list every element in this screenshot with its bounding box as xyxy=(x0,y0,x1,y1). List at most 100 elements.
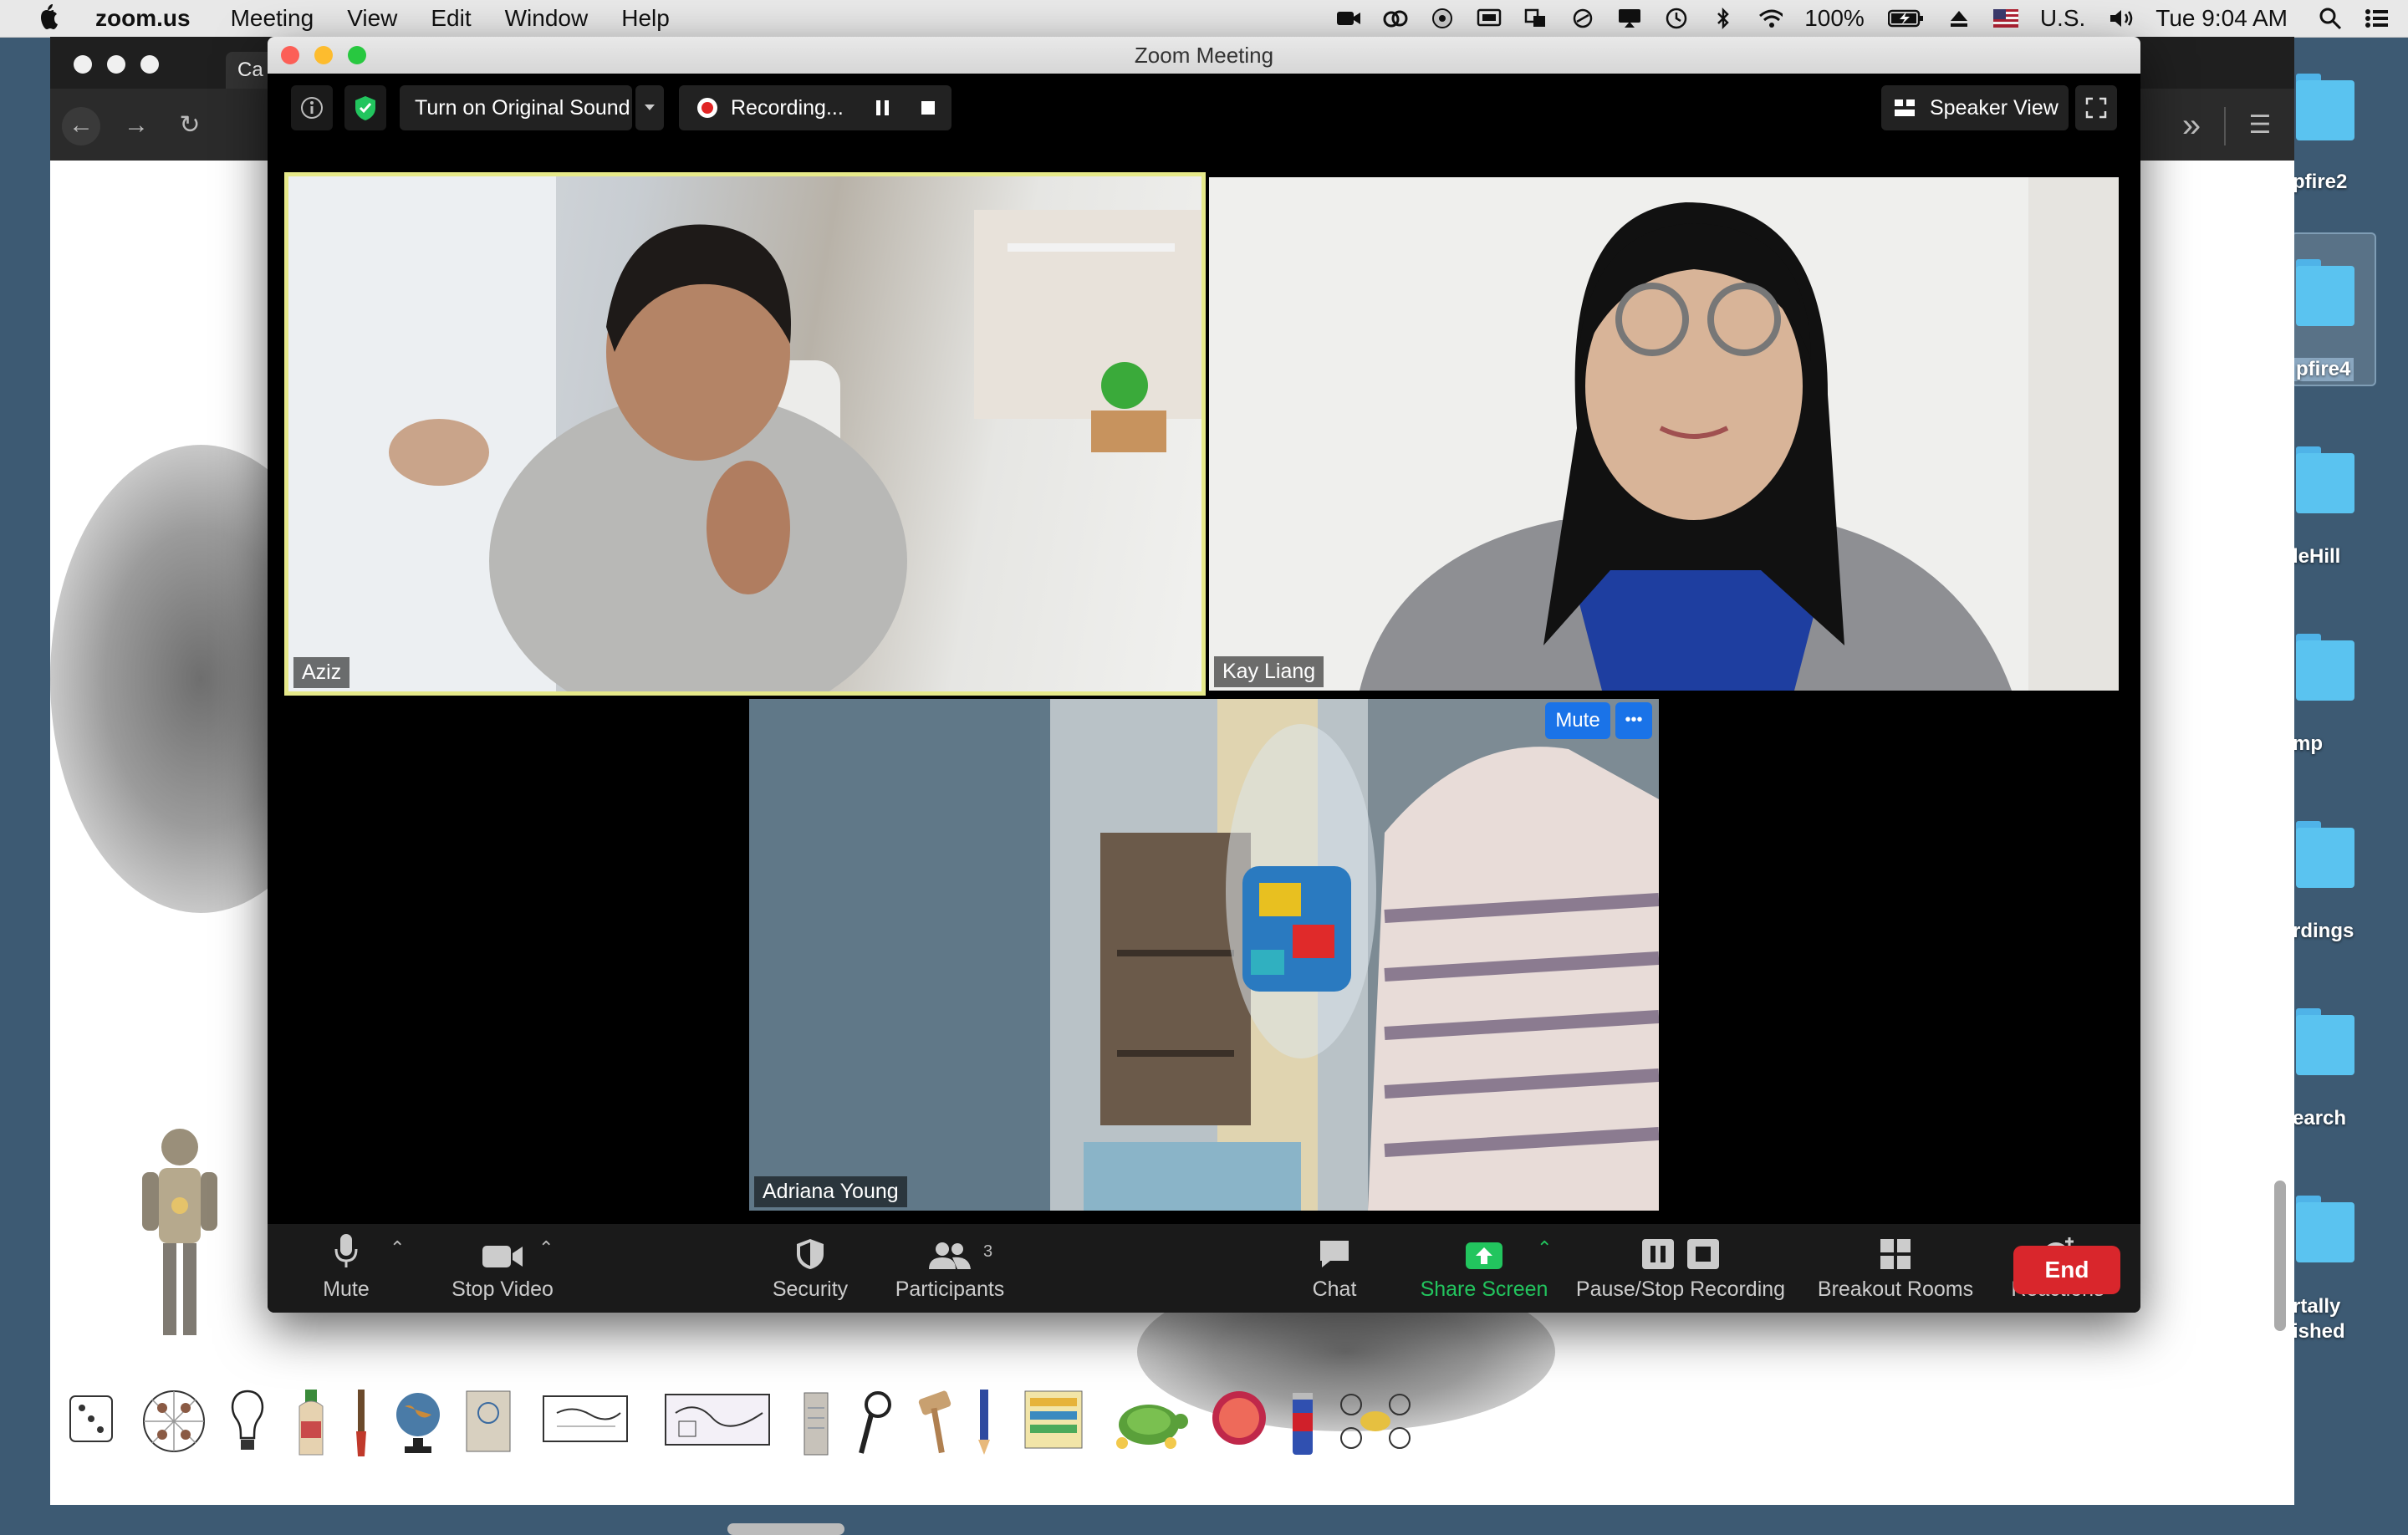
share-options-caret-icon[interactable]: ⌃ xyxy=(1537,1237,1552,1259)
video-options-caret-icon[interactable]: ⌃ xyxy=(538,1237,554,1259)
menu-view[interactable]: View xyxy=(347,5,397,32)
folder-label[interactable]: pfire2 xyxy=(2293,171,2347,194)
participant-video-kay-liang xyxy=(1209,177,2119,691)
dice-icon[interactable] xyxy=(67,1388,117,1446)
folder-label[interactable]: mp xyxy=(2293,732,2323,756)
notification-center-icon[interactable] xyxy=(2365,8,2390,29)
menu-clock[interactable]: Tue 9:04 AM xyxy=(2155,5,2288,32)
us-flag-icon[interactable] xyxy=(1992,8,2018,29)
folder-icon[interactable] xyxy=(2296,821,2354,888)
participants-button[interactable]: 3 Participants xyxy=(866,1232,1033,1302)
input-source-label[interactable]: U.S. xyxy=(2040,5,2085,32)
zoom-title-bar[interactable]: Zoom Meeting xyxy=(268,37,2140,74)
map-drawing-icon[interactable] xyxy=(662,1388,774,1450)
eject-icon[interactable] xyxy=(1946,8,1972,29)
window-close-button[interactable] xyxy=(281,46,299,64)
red-fruit-icon[interactable] xyxy=(1209,1388,1269,1448)
pencil-icon[interactable] xyxy=(973,1388,997,1458)
folder-label[interactable]: leHill xyxy=(2293,545,2340,569)
browser-close-dot[interactable] xyxy=(74,55,92,74)
paper-scroll-icon[interactable] xyxy=(799,1388,833,1458)
fullscreen-button[interactable] xyxy=(2075,85,2117,130)
forward-arrow-icon[interactable]: → xyxy=(117,107,156,145)
horizontal-scrollbar[interactable] xyxy=(727,1523,844,1535)
pause-stop-recording-button[interactable]: Pause/Stop Recording xyxy=(1572,1232,1789,1302)
folder-label[interactable]: rtally ished xyxy=(2293,1294,2345,1344)
folder-icon[interactable] xyxy=(2296,1008,2354,1075)
creative-cloud-icon[interactable] xyxy=(1383,8,1408,29)
menu-edit[interactable]: Edit xyxy=(431,5,471,32)
magnifying-glass-icon[interactable] xyxy=(856,1388,893,1458)
participant-more-button[interactable]: ••• xyxy=(1615,702,1652,739)
folder-icon[interactable] xyxy=(2296,259,2354,326)
ticket-drawing-icon[interactable] xyxy=(540,1388,632,1446)
browser-menu-icon[interactable]: ☰ xyxy=(2241,107,2279,145)
folder-icon[interactable] xyxy=(2296,1196,2354,1262)
window-minimize-button[interactable] xyxy=(314,46,333,64)
battery-charging-icon[interactable] xyxy=(1887,8,1925,29)
bottle-icon[interactable] xyxy=(293,1388,329,1458)
participant-mute-button[interactable]: Mute xyxy=(1545,702,1610,739)
browser-zoom-dot[interactable] xyxy=(140,55,159,74)
wifi-icon[interactable] xyxy=(1758,8,1783,29)
gavel-hammer-icon[interactable] xyxy=(915,1388,957,1458)
toolbar-divider xyxy=(2224,107,2226,145)
bluetooth-icon[interactable] xyxy=(1711,7,1736,30)
paintbrush-icon[interactable] xyxy=(351,1388,371,1458)
folder-icon[interactable] xyxy=(2296,74,2354,140)
security-button[interactable]: Security xyxy=(747,1232,873,1302)
chat-button[interactable]: Chat xyxy=(1293,1232,1376,1302)
share-screen-button[interactable]: Share Screen xyxy=(1380,1232,1589,1302)
lightbulb-drawing-icon[interactable] xyxy=(224,1388,271,1455)
folder-icon[interactable] xyxy=(2296,446,2354,513)
video-tile-adriana-young[interactable]: Adriana Young xyxy=(749,699,1659,1211)
soccer-ball-icon[interactable] xyxy=(1430,8,1455,29)
volume-icon[interactable] xyxy=(2109,8,2134,29)
speaker-view-button[interactable]: Speaker View xyxy=(1881,85,2069,130)
spotlight-search-icon[interactable] xyxy=(2318,8,2343,30)
menu-help[interactable]: Help xyxy=(621,5,670,32)
airplay-icon[interactable] xyxy=(1617,8,1642,29)
back-arrow-icon[interactable]: ← xyxy=(62,107,100,145)
browser-minimize-dot[interactable] xyxy=(107,55,125,74)
app-menu[interactable]: zoom.us xyxy=(95,5,191,32)
stop-recording-icon[interactable] xyxy=(920,99,936,116)
time-machine-icon[interactable] xyxy=(1664,8,1689,29)
recording-label: Recording... xyxy=(731,95,844,120)
vertical-scrollbar[interactable] xyxy=(2274,1181,2286,1331)
folder-icon[interactable] xyxy=(2296,634,2354,701)
folder-label[interactable]: rdings xyxy=(2293,920,2354,943)
breakout-rooms-button[interactable]: Breakout Rooms xyxy=(1808,1232,1983,1302)
globe-icon[interactable] xyxy=(393,1388,443,1458)
encryption-shield-button[interactable] xyxy=(344,85,386,130)
video-tile-aziz[interactable]: Aziz xyxy=(284,172,1206,696)
participant-name-kay-liang: Kay Liang xyxy=(1214,656,1324,687)
camera-status-icon[interactable] xyxy=(1336,8,1361,29)
menu-window[interactable]: Window xyxy=(505,5,589,32)
soda-can-icon[interactable] xyxy=(1288,1388,1318,1458)
apple-menu-icon[interactable] xyxy=(35,4,62,33)
mute-button[interactable]: Mute xyxy=(304,1232,388,1302)
menu-meeting[interactable]: Meeting xyxy=(231,5,314,32)
original-sound-button[interactable]: Turn on Original Sound xyxy=(400,85,632,130)
drone-drawing-icon[interactable] xyxy=(1338,1388,1413,1455)
end-meeting-button[interactable]: End xyxy=(2013,1246,2120,1294)
color-card-icon[interactable] xyxy=(1022,1388,1085,1451)
meeting-info-button[interactable] xyxy=(291,85,333,130)
extensions-chevron-icon[interactable]: » xyxy=(2172,107,2211,145)
display-icon[interactable] xyxy=(1477,8,1502,29)
original-sound-dropdown[interactable] xyxy=(635,85,664,130)
turtle-toy-icon[interactable] xyxy=(1109,1388,1189,1455)
circle-status-icon[interactable] xyxy=(1570,8,1595,29)
video-tile-kay-liang[interactable]: Kay Liang xyxy=(1209,177,2119,691)
spinner-wheel-icon[interactable] xyxy=(140,1388,207,1455)
folder-label[interactable]: pfire4 xyxy=(2293,358,2354,381)
passport-icon[interactable] xyxy=(463,1388,513,1458)
pause-recording-icon[interactable] xyxy=(875,99,891,117)
folder-label[interactable]: earch xyxy=(2293,1107,2346,1130)
zoom-meeting-window: Zoom Meeting Turn on Original Sound Reco… xyxy=(268,37,2140,1313)
reload-icon[interactable]: ↻ xyxy=(171,107,209,145)
audio-options-caret-icon[interactable]: ⌃ xyxy=(390,1237,405,1259)
window-zoom-button[interactable] xyxy=(348,46,366,64)
window-arrange-icon[interactable] xyxy=(1523,8,1548,29)
